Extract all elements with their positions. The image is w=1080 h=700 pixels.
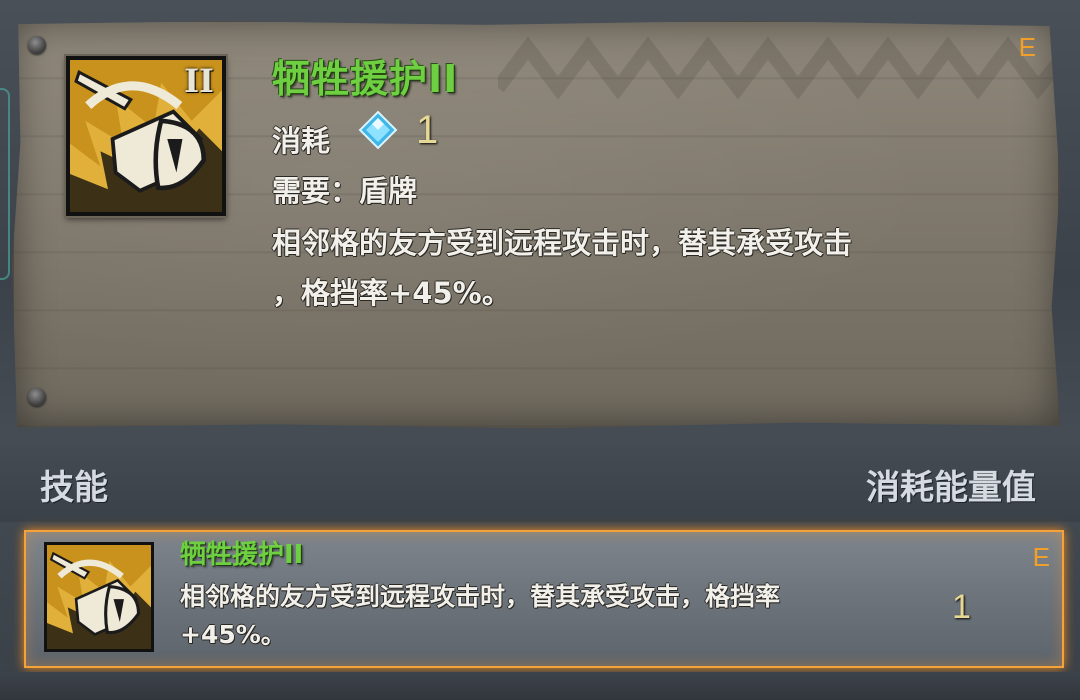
rivet-icon <box>28 388 46 406</box>
skill-description-line: 相邻格的友方受到远程攻击时，替其承受攻击 <box>272 226 853 260</box>
skill-list-header: 技能 消耗能量值 <box>0 440 1080 522</box>
rivet-icon <box>28 36 46 54</box>
skill-tooltip-card: E II 牺牲援护II 消耗 1 需要：盾牌 相邻格的友方受到远程攻击时，替其承… <box>12 20 1060 429</box>
side-bracket-decoration <box>0 88 10 280</box>
next-list-item-partial <box>0 672 1080 700</box>
skill-list-item-description-line: 相邻格的友方受到远程攻击时，替其承受攻击，格挡率 <box>180 582 781 611</box>
shield-skill-icon <box>44 542 154 652</box>
skill-rank-numeral: II <box>184 62 214 100</box>
skill-list-item-description: 相邻格的友方受到远程攻击时，替其承受攻击，格挡率 +45%。 <box>180 578 870 654</box>
skill-column-header: 技能 <box>40 468 108 508</box>
card-zigzag-pattern <box>498 36 1058 100</box>
cost-column-header: 消耗能量值 <box>866 468 1036 508</box>
skill-title: 牺牲援护II <box>272 57 459 101</box>
skill-list-item[interactable]: 牺牲援护II 相邻格的友方受到远程攻击时，替其承受攻击，格挡率 +45%。 1 … <box>24 530 1064 668</box>
energy-crystal-icon <box>358 110 398 150</box>
skill-list-item-name: 牺牲援护II <box>180 540 304 570</box>
cost-label: 消耗 <box>272 124 331 158</box>
shield-skill-icon: II <box>66 56 226 216</box>
requirement-text: 需要：盾牌 <box>272 174 418 208</box>
skill-list-item-grade: E <box>1032 542 1050 572</box>
skill-screen: E II 牺牲援护II 消耗 1 需要：盾牌 相邻格的友方受到远程攻击时，替其承… <box>0 0 1080 700</box>
cost-value: 1 <box>416 108 439 152</box>
skill-description: 相邻格的友方受到远程攻击时，替其承受攻击 ，格挡率+45%。 <box>272 218 952 318</box>
skill-list-item-cost: 1 <box>952 588 971 626</box>
skill-description-line: ，格挡率+45%。 <box>272 276 511 310</box>
grade-label: E <box>1018 32 1036 62</box>
skill-list-item-description-line: +45%。 <box>180 620 286 649</box>
